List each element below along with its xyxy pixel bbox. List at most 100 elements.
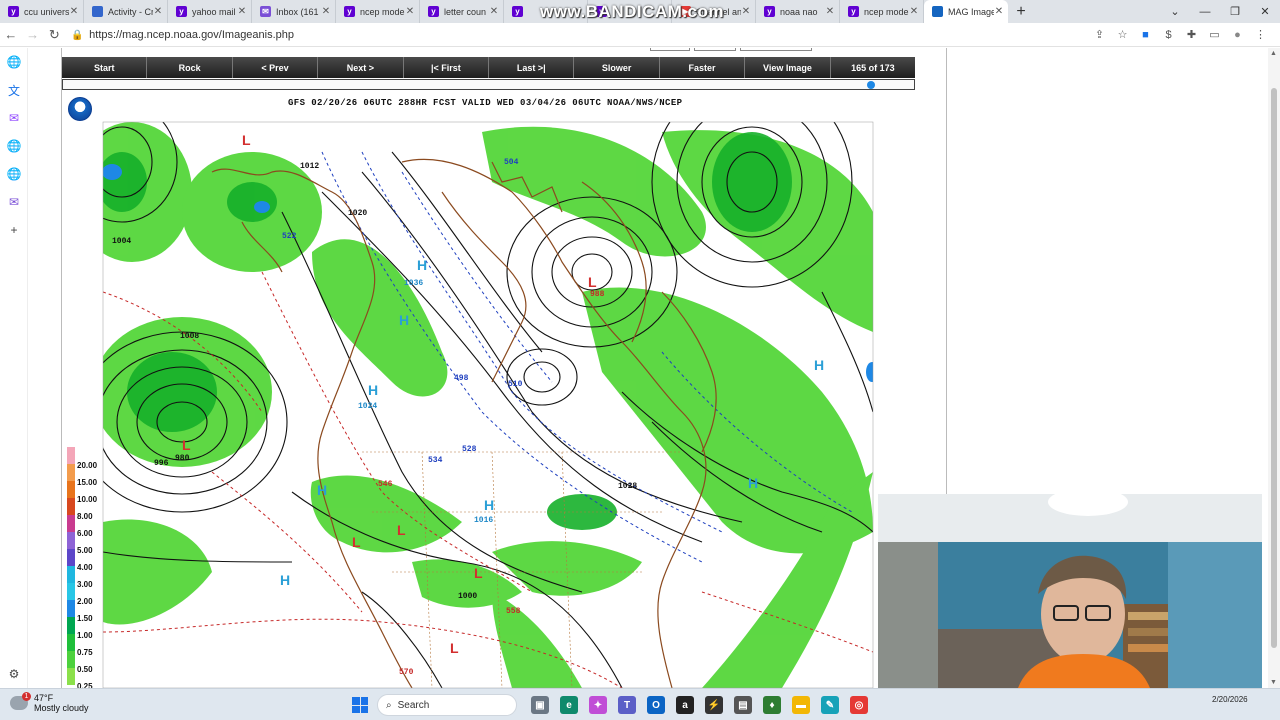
weather-map: GFS 02/20/26 06UTC 288HR FCST VALID WED … xyxy=(62,92,915,688)
scroll-down-icon[interactable]: ▼ xyxy=(1270,679,1277,686)
bookmark-star-icon[interactable]: ☆ xyxy=(1111,24,1134,46)
control-button-next[interactable]: Next > xyxy=(318,57,404,78)
restore-button[interactable]: ❐ xyxy=(1220,0,1250,23)
new-tab-button[interactable]: + xyxy=(1008,0,1034,23)
yahoo-icon: y xyxy=(428,6,439,17)
puzzle-icon[interactable]: ✚ xyxy=(1180,24,1203,46)
app-icon[interactable]: ⚡ xyxy=(705,696,723,714)
legend-swatch xyxy=(67,447,75,464)
high-pressure-marker: H xyxy=(399,312,410,328)
edge-icon[interactable]: e xyxy=(560,696,578,714)
scroll-thumb[interactable] xyxy=(1271,88,1277,648)
browser-tab[interactable]: y ccu universi ✕ xyxy=(0,0,84,23)
thickness-label: 504 xyxy=(504,158,519,167)
translate-icon[interactable]: 文 xyxy=(6,82,22,98)
task-view-icon[interactable]: ▣ xyxy=(531,696,549,714)
control-button-view-image[interactable]: View Image xyxy=(745,57,831,78)
browser-tab[interactable]: y noaa nao ✕ xyxy=(756,0,840,23)
browser-tab[interactable]: y yahoo mail ✕ xyxy=(168,0,252,23)
tab-close-icon[interactable]: ✕ xyxy=(321,6,331,17)
profile-avatar[interactable]: ● xyxy=(1226,24,1249,46)
tab-title: ccu universi xyxy=(24,6,69,17)
control-button-prev[interactable]: < Prev xyxy=(232,57,319,78)
app-icon[interactable]: ✎ xyxy=(821,696,839,714)
globe-icon[interactable]: 🌐 xyxy=(6,166,22,182)
frame-slider[interactable] xyxy=(62,79,915,90)
isobar-label: 988 xyxy=(590,290,605,299)
amazon-icon[interactable]: a xyxy=(676,696,694,714)
browser-tab[interactable]: ✉ Inbox (161 ✕ xyxy=(252,0,336,23)
reload-button[interactable]: ↻ xyxy=(43,24,65,46)
chrome-icon[interactable]: ◎ xyxy=(850,696,868,714)
legend-label: 8.00 xyxy=(77,512,93,521)
weather-widget[interactable]: 1 47°F Mostly cloudy xyxy=(10,692,89,713)
taskbar-search[interactable]: ⌕ Search xyxy=(377,694,517,716)
isobar-label: 996 xyxy=(154,459,169,468)
control-button-last[interactable]: Last >| xyxy=(489,57,575,78)
legend-swatch xyxy=(67,668,75,685)
tab-title: noaa nao xyxy=(780,6,818,17)
isobar-label: 1024 xyxy=(358,402,378,411)
browser-tab[interactable]: y letter coun ✕ xyxy=(420,0,504,23)
legend-swatch xyxy=(67,515,75,532)
control-button-slower[interactable]: Slower xyxy=(574,57,660,78)
scroll-up-icon[interactable]: ▲ xyxy=(1270,50,1277,57)
system-clock[interactable]: 2/20/2026 xyxy=(1212,695,1248,705)
start-windows-icon[interactable] xyxy=(352,697,368,713)
tab-close-icon[interactable]: ✕ xyxy=(153,6,163,17)
thickness-label: 570 xyxy=(399,668,414,677)
globe-icon[interactable]: 🌐 xyxy=(6,138,22,154)
settings-gear-icon[interactable]: ⚙ xyxy=(6,666,22,682)
outlook-icon[interactable]: O xyxy=(647,696,665,714)
dollar-extension-icon[interactable]: $ xyxy=(1157,24,1180,46)
control-button-faster[interactable]: Faster xyxy=(659,57,746,78)
browser-tab[interactable]: MAG Image ✕ xyxy=(924,0,1008,23)
isobar-label: 1004 xyxy=(112,237,132,246)
tab-close-icon[interactable]: ✕ xyxy=(825,6,835,17)
menu-icon[interactable]: ⋮ xyxy=(1249,24,1272,46)
clock-date: 2/20/2026 xyxy=(1212,695,1248,704)
slider-knob[interactable] xyxy=(866,81,875,89)
share-icon[interactable]: ⇪ xyxy=(1088,24,1111,46)
browser-tab[interactable]: y ncep mode ✕ xyxy=(840,0,924,23)
back-button[interactable]: ← xyxy=(0,24,22,46)
forward-button[interactable]: → xyxy=(22,24,44,46)
thickness-label: 510 xyxy=(508,380,523,389)
close-window-button[interactable]: ✕ xyxy=(1250,0,1280,23)
cloud-icon: 1 xyxy=(10,692,31,710)
extension-icon[interactable]: ■ xyxy=(1134,24,1157,46)
tab-close-icon[interactable]: ✕ xyxy=(405,6,415,17)
tab-close-icon[interactable]: ✕ xyxy=(741,6,751,17)
sidebar-toggle-icon[interactable]: ▭ xyxy=(1203,24,1226,46)
low-pressure-marker: L xyxy=(474,565,483,581)
store-icon[interactable]: ▤ xyxy=(734,696,752,714)
teams-icon[interactable]: T xyxy=(618,696,636,714)
mail-icon[interactable]: ✉ xyxy=(6,194,22,210)
url-field[interactable]: 🔒 https://mag.ncep.noaa.gov/Imageanis.ph… xyxy=(71,29,1088,41)
browser-tab[interactable]: y ncep mode ✕ xyxy=(336,0,420,23)
page-scrollbar[interactable]: ▲ ▼ xyxy=(1268,48,1280,688)
control-button-start[interactable]: Start xyxy=(62,57,148,78)
tab-search-icon[interactable]: ⌄ xyxy=(1160,0,1190,23)
tab-close-icon[interactable]: ✕ xyxy=(994,6,1004,17)
control-button-first[interactable]: |< First xyxy=(403,57,490,78)
lock-icon[interactable]: 🔒 xyxy=(71,30,83,41)
map-canvas xyxy=(102,121,874,688)
copilot-icon[interactable]: ✦ xyxy=(589,696,607,714)
add-icon[interactable]: + xyxy=(6,222,22,238)
thickness-label: 522 xyxy=(282,232,297,241)
file-explorer-icon[interactable]: ▬ xyxy=(792,696,810,714)
messenger-icon[interactable]: ✉ xyxy=(6,110,22,126)
minimize-button[interactable]: — xyxy=(1190,0,1220,23)
tab-close-icon[interactable]: ✕ xyxy=(69,6,79,17)
isobar-label: 1036 xyxy=(404,279,424,288)
tab-close-icon[interactable]: ✕ xyxy=(237,6,247,17)
bandicam-watermark: www.BANDICAM.com xyxy=(540,2,724,21)
browser-tab[interactable]: Activity - Cr ✕ xyxy=(84,0,168,23)
tab-close-icon[interactable]: ✕ xyxy=(489,6,499,17)
control-button-rock[interactable]: Rock xyxy=(147,57,233,78)
address-bar-row: ← → ↻ 🔒 https://mag.ncep.noaa.gov/Imagea… xyxy=(0,23,1280,47)
globe-icon[interactable]: 🌐 xyxy=(6,54,22,70)
tab-close-icon[interactable]: ✕ xyxy=(909,6,919,17)
app-icon[interactable]: ♦ xyxy=(763,696,781,714)
